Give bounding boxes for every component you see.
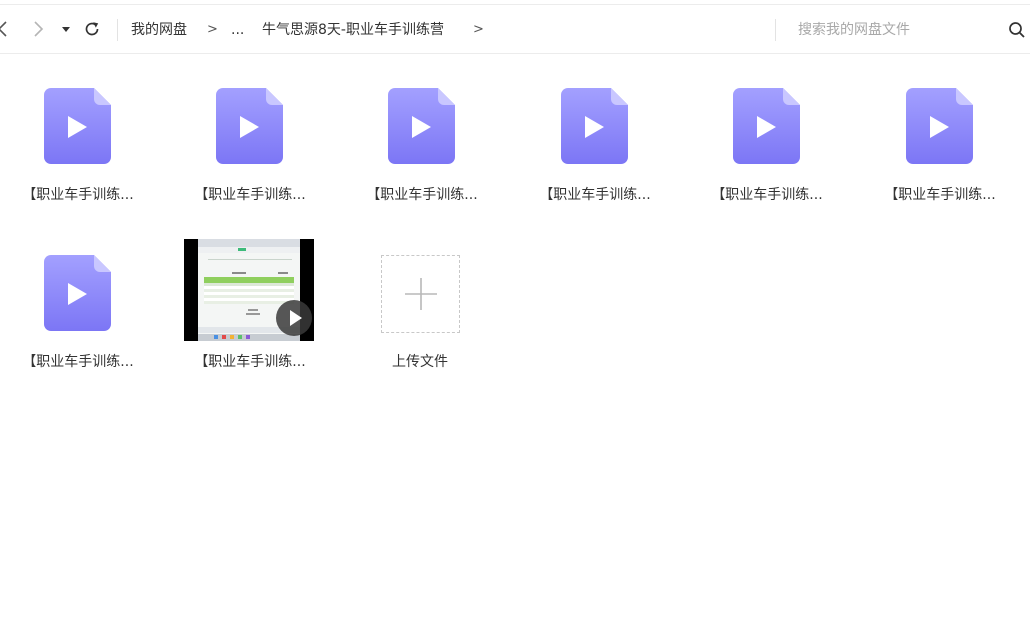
caret-down-icon (62, 27, 70, 32)
top-toolbar: 我的网盘 > ... 牛气思源8天-职业车手训练营 > (0, 4, 1030, 54)
refresh-icon (85, 22, 99, 36)
video-file-icon (44, 255, 111, 331)
plus-icon (405, 278, 437, 310)
file-item[interactable]: 【职业车手训练... (3, 88, 153, 238)
file-name: 【职业车手训练... (884, 187, 996, 203)
file-item[interactable]: 【职业车手训练... (520, 88, 670, 238)
file-item[interactable]: 【职业车手训练... (3, 255, 153, 405)
file-name: 【职业车手训练... (194, 354, 306, 370)
history-dropdown-button[interactable] (55, 17, 77, 41)
breadcrumb-item-ellipsis[interactable]: ... (231, 19, 244, 41)
search-input[interactable] (786, 17, 996, 43)
video-file-icon (906, 88, 973, 164)
back-button[interactable] (0, 17, 14, 41)
file-item[interactable]: 【职业车手训练... (692, 88, 842, 238)
file-item[interactable]: 【职业车手训练... (865, 88, 1015, 238)
toolbar-divider (117, 19, 118, 41)
file-name: 【职业车手训练... (711, 187, 823, 203)
breadcrumb-item-root[interactable]: 我的网盘 (131, 19, 187, 41)
chevron-left-icon (0, 21, 7, 37)
search-box (786, 17, 1030, 43)
search-icon[interactable] (1008, 21, 1026, 39)
breadcrumb-separator[interactable]: > (473, 19, 484, 41)
forward-button[interactable] (27, 17, 49, 41)
search-divider (775, 19, 776, 41)
video-file-icon (388, 88, 455, 164)
refresh-button[interactable] (81, 17, 103, 41)
file-name: 【职业车手训练... (366, 187, 478, 203)
video-thumbnail[interactable] (184, 239, 314, 341)
breadcrumb-item-current[interactable]: 牛气思源8天-职业车手训练营 (262, 19, 444, 41)
file-name: 【职业车手训练... (22, 187, 134, 203)
video-file-icon (216, 88, 283, 164)
upload-label: 上传文件 (392, 354, 448, 370)
file-name: 【职业车手训练... (539, 187, 651, 203)
file-name: 【职业车手训练... (194, 187, 306, 203)
breadcrumb-separator: > (207, 22, 218, 37)
file-item[interactable]: 【职业车手训练... (347, 88, 497, 238)
video-file-icon (733, 88, 800, 164)
chevron-right-icon (34, 21, 44, 37)
video-file-icon (561, 88, 628, 164)
file-item[interactable]: 【职业车手训练... (175, 88, 325, 238)
video-file-icon (44, 88, 111, 164)
play-icon (276, 300, 312, 336)
upload-button[interactable] (381, 255, 460, 333)
file-name: 【职业车手训练... (22, 354, 134, 370)
